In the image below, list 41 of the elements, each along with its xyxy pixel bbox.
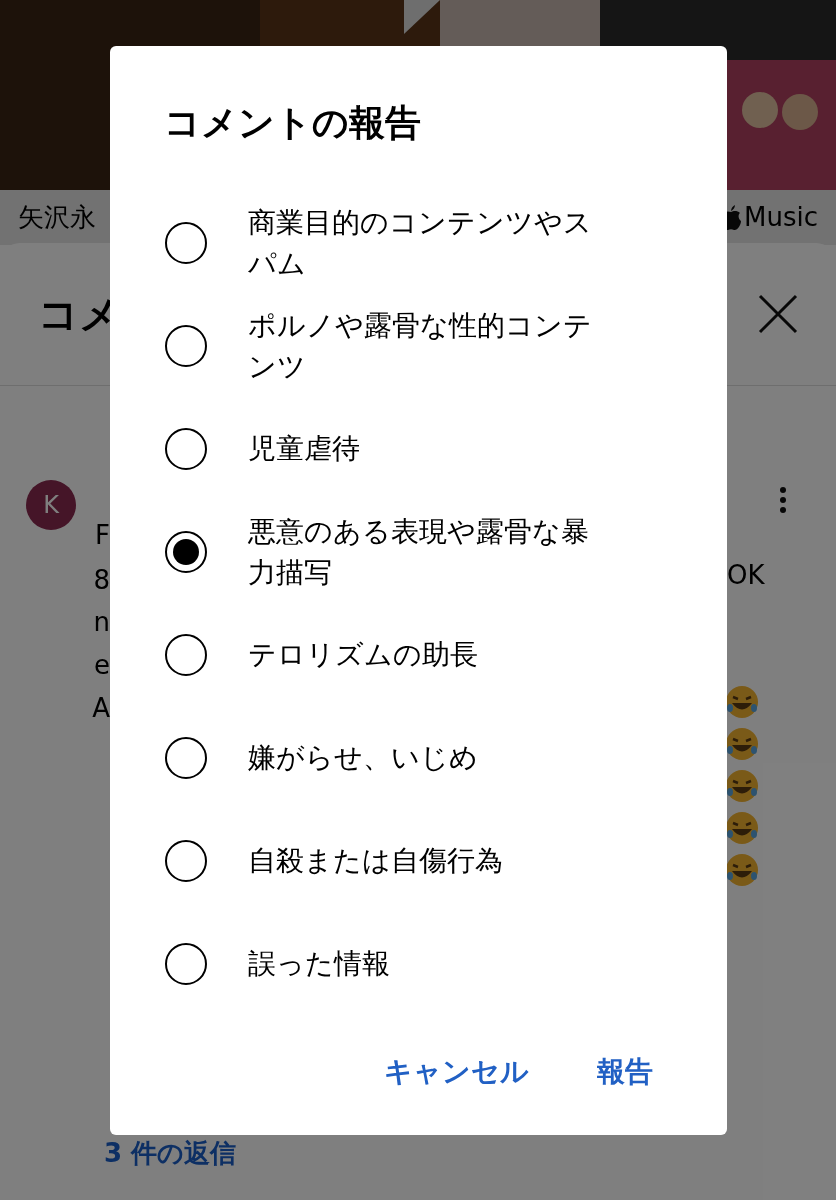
comment-text-fragment: OK	[727, 559, 765, 592]
dialog-title: コメントの報告	[163, 101, 421, 145]
close-icon[interactable]	[758, 294, 798, 334]
report-option[interactable]: 自殺または自傷行為	[110, 809, 727, 912]
laughing-emoji-icon	[724, 810, 760, 846]
option-label: テロリズムの助長	[248, 637, 479, 673]
comment-text-fragment: e	[94, 649, 110, 682]
more-icon[interactable]	[778, 486, 788, 514]
radio-button[interactable]	[165, 427, 207, 470]
option-label: 商業目的のコンテンツやスパム	[248, 204, 593, 282]
option-label: 児童虐待	[248, 431, 361, 467]
radio-button[interactable]	[165, 633, 207, 676]
option-label: 嫌がらせ、いじめ	[248, 740, 479, 776]
report-option[interactable]: 児童虐待	[110, 397, 727, 500]
dialog-button[interactable]: 報告	[583, 1045, 667, 1099]
radio-button[interactable]	[165, 530, 207, 573]
radio-button[interactable]	[165, 221, 207, 264]
report-option[interactable]: テロリズムの助長	[110, 603, 727, 706]
option-label: 自殺または自傷行為	[248, 843, 504, 879]
radio-button[interactable]	[165, 942, 207, 985]
option-label: 誤った情報	[248, 946, 391, 982]
laughing-emoji-icon	[724, 726, 760, 762]
report-option[interactable]: 悪意のある表現や露骨な暴力描写	[110, 500, 727, 603]
dialog-button[interactable]: キャンセル	[370, 1045, 543, 1099]
radio-button[interactable]	[165, 839, 207, 882]
radio-button[interactable]	[165, 736, 207, 779]
avatar[interactable]: K	[26, 480, 76, 530]
laughing-emoji-icon	[724, 852, 760, 888]
brand-label: Music	[744, 201, 818, 234]
option-label: 悪意のある表現や露骨な暴力描写	[248, 513, 590, 591]
laughing-emoji-icon	[724, 768, 760, 804]
radio-button[interactable]	[165, 324, 207, 367]
report-option[interactable]: 嫌がらせ、いじめ	[110, 706, 727, 809]
report-option[interactable]: 誤った情報	[110, 912, 727, 1015]
laughing-emoji-icon	[724, 684, 760, 720]
comment-text-fragment: 8	[93, 564, 110, 597]
option-label: ポルノや露骨な性的コンテンツ	[248, 307, 593, 385]
comment-text-fragment: A	[92, 692, 110, 725]
comment-text-fragment: F	[95, 519, 110, 552]
comment-text-fragment: n	[93, 606, 110, 639]
video-title: 矢沢永	[18, 201, 96, 234]
